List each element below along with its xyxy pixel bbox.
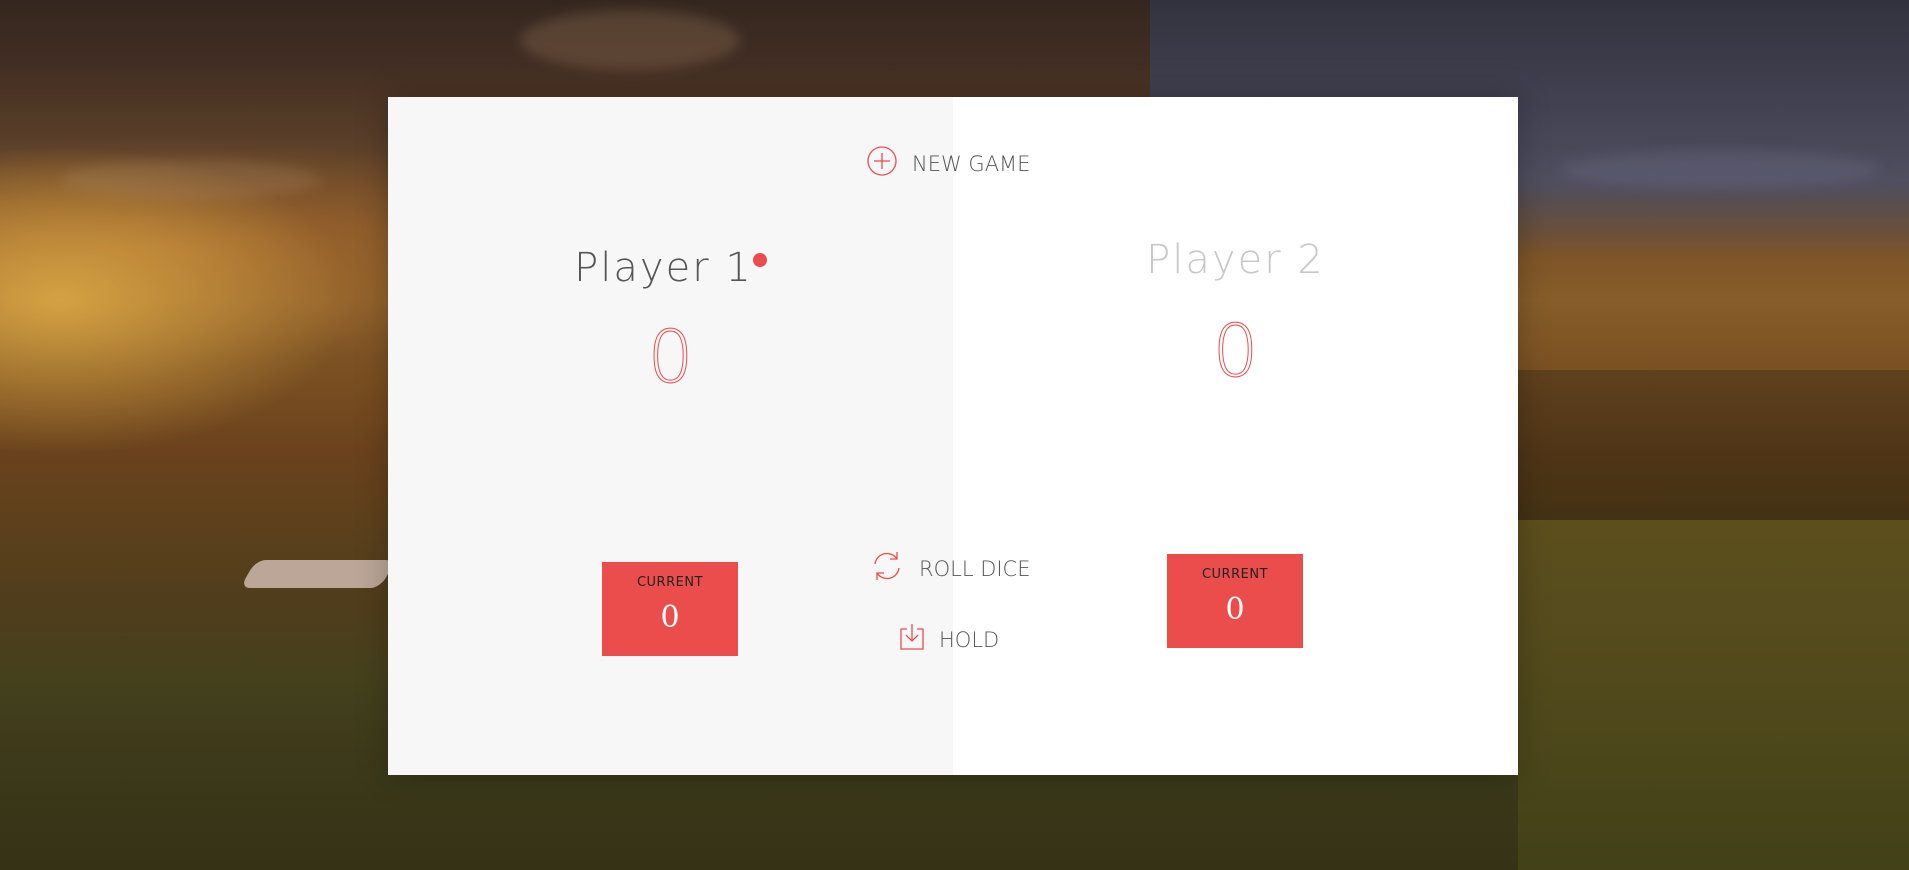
player-1-current-score: 0 (660, 600, 680, 635)
roll-dice-button[interactable]: ROLL DICE (869, 548, 1031, 589)
player-1-score: 0 (647, 315, 694, 400)
refresh-icon (869, 548, 905, 589)
player-2-panel: Player 2 0 CURRENT 0 (953, 97, 1518, 775)
new-game-button[interactable]: NEW GAME (866, 145, 1030, 182)
hold-button[interactable]: HOLD (899, 623, 999, 656)
player-2-current-box: CURRENT 0 (1167, 554, 1303, 648)
player-2-current-score: 0 (1225, 592, 1245, 627)
roll-dice-label: ROLL DICE (919, 556, 1031, 581)
player-1-current-box: CURRENT 0 (602, 562, 738, 656)
current-label: CURRENT (1201, 567, 1269, 582)
player-1-panel: Player 1 0 CURRENT 0 (388, 97, 953, 775)
plus-circle-icon (866, 145, 898, 182)
player-2-name: Player 2 (1146, 237, 1325, 283)
new-game-label: NEW GAME (912, 151, 1031, 176)
game-board: Player 1 0 CURRENT 0 Player 2 0 CURRENT … (388, 97, 1518, 775)
download-icon (899, 623, 925, 656)
player-2-score: 0 (1212, 309, 1259, 394)
active-dot-icon (752, 253, 767, 267)
player-1-name: Player 1 (388, 245, 953, 291)
hold-label: HOLD (939, 627, 1000, 652)
player-name-text: Player 1 (574, 245, 753, 291)
current-label: CURRENT (636, 575, 704, 590)
